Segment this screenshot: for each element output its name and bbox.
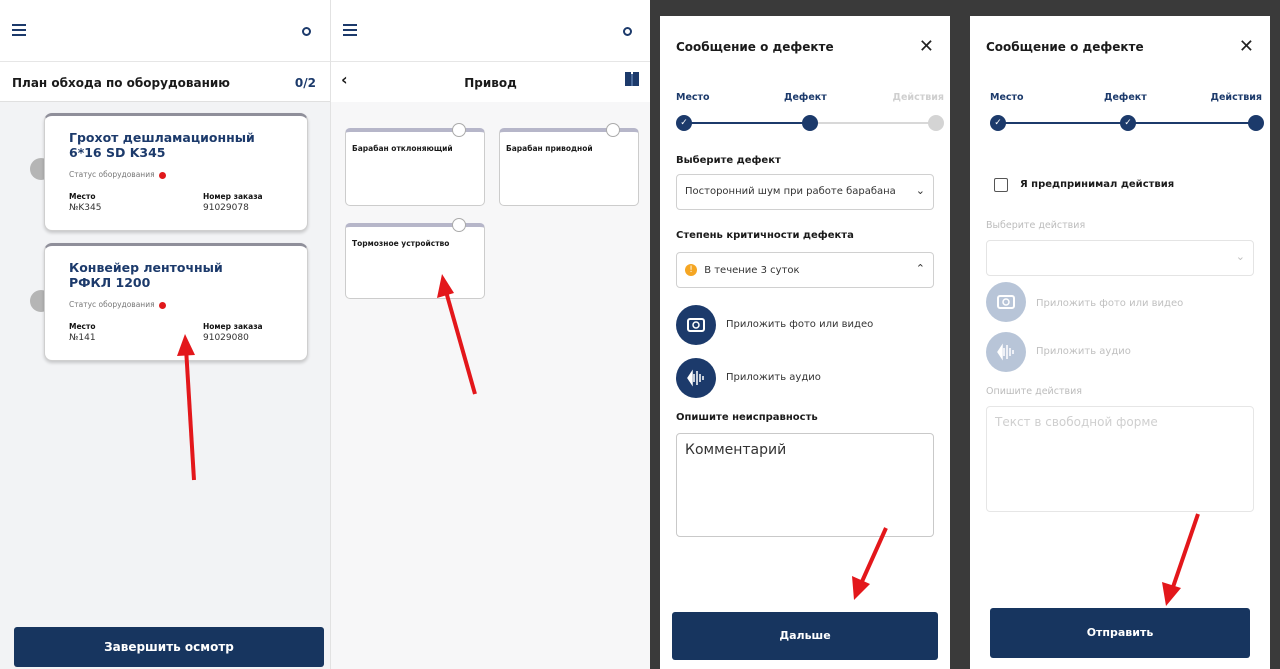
plan-counter: 0/2: [294, 76, 316, 90]
select-defect-label: Выберите дефект: [676, 155, 781, 166]
actions-placeholder: Текст в свободной форме: [995, 415, 1158, 429]
red-arrow-annotation: [177, 334, 196, 481]
chevron-up-icon: ⌃: [915, 262, 925, 275]
defect-select[interactable]: Посторонний шум при работе барабана ⌄: [676, 174, 934, 210]
step-actions: Действия: [1210, 92, 1262, 103]
card-knob: [606, 123, 620, 137]
camera-icon[interactable]: [676, 305, 716, 345]
defect-sheet: Сообщение о дефекте ✕ Место Дефект Дейст…: [970, 16, 1270, 669]
status-dot-icon: [158, 301, 166, 309]
attach-photo-label[interactable]: Приложить фото или видео: [726, 319, 873, 330]
card-knob: [452, 218, 466, 232]
place-label: Место: [69, 322, 96, 331]
card-knob: [452, 123, 466, 137]
place-label: Место: [69, 192, 96, 201]
step-track-done: [684, 122, 810, 124]
status-label: Статус оборудования: [69, 170, 155, 179]
order-label: Номер заказа: [203, 322, 263, 331]
close-icon[interactable]: ✕: [919, 36, 934, 57]
place-value: №K345: [69, 203, 102, 213]
component-label: Барабан приводной: [506, 144, 593, 153]
book-icon[interactable]: [624, 70, 640, 88]
attach-photo-label[interactable]: Приложить фото или видео: [1036, 298, 1183, 309]
equipment-title: Грохот дешламационный 6*16 SD K345: [69, 130, 255, 160]
red-arrow-annotation: [1162, 513, 1200, 606]
attach-audio-label[interactable]: Приложить аудио: [726, 372, 821, 383]
component-label: Барабан отклоняющий: [352, 144, 453, 153]
finish-inspection-button[interactable]: Завершить осмотр: [14, 627, 324, 667]
warning-icon: !: [685, 264, 697, 276]
drive-screen: ‹ Привод Барабан отклоняющий Барабан при…: [330, 0, 650, 669]
step-defect: Дефект: [1104, 92, 1147, 103]
step-current-dot: [802, 115, 818, 131]
equipment-card[interactable]: Грохот дешламационный 6*16 SD K345 Стату…: [44, 113, 308, 231]
criticality-select[interactable]: ! В течение 3 суток ⌃: [676, 252, 934, 288]
hamburger-icon[interactable]: [12, 24, 26, 36]
defect-sheet: Сообщение о дефекте ✕ Место Дефект Дейст…: [660, 16, 950, 669]
camera-icon[interactable]: [986, 282, 1026, 322]
component-card[interactable]: Барабан приводной: [499, 123, 639, 206]
audio-icon[interactable]: [676, 358, 716, 398]
component-label: Тормозное устройство: [352, 239, 450, 248]
step-current-dot: [1248, 115, 1264, 131]
criticality-label: Степень критичности дефекта: [676, 230, 854, 241]
equipment-plan-screen: План обхода по оборудованию 0/2 Грохот д…: [0, 0, 330, 669]
order-value: 91029078: [203, 203, 249, 213]
step-place: Место: [676, 92, 710, 103]
select-actions-label: Выберите действия: [986, 220, 1086, 231]
defect-select-value: Посторонний шум при работе барабана: [685, 186, 896, 197]
top-bar: [0, 0, 330, 62]
describe-label: Опишите действия: [986, 386, 1082, 397]
check-icon: ✓: [990, 115, 1006, 131]
close-icon[interactable]: ✕: [1239, 36, 1254, 57]
comment-textarea[interactable]: Комментарий: [676, 433, 934, 537]
criticality-value: В течение 3 суток: [704, 265, 800, 276]
equipment-title: Конвейер ленточный РФКЛ 1200: [69, 260, 223, 290]
drive-title: Привод: [464, 76, 517, 90]
step-actions: Действия: [892, 92, 944, 103]
sheet-title: Сообщение о дефекте: [676, 40, 834, 54]
actions-textarea[interactable]: Текст в свободной форме: [986, 406, 1254, 512]
actions-checkbox[interactable]: [994, 178, 1008, 192]
order-label: Номер заказа: [203, 192, 263, 201]
step-track-pending: [810, 122, 930, 124]
drive-header: ‹ Привод: [331, 62, 650, 102]
plan-title: План обхода по оборудованию: [12, 76, 230, 90]
plan-header: План обхода по оборудованию 0/2: [0, 62, 330, 102]
chevron-down-icon: ⌄: [1235, 250, 1245, 263]
chevron-down-icon: ⌄: [915, 184, 925, 197]
next-button[interactable]: Дальше: [672, 612, 938, 660]
comment-value: Комментарий: [685, 442, 787, 458]
step-defect: Дефект: [784, 92, 827, 103]
audio-icon[interactable]: [986, 332, 1026, 372]
defect-report-step3: Сообщение о дефекте ✕ Место Дефект Дейст…: [960, 0, 1280, 669]
check-icon: ✓: [676, 115, 692, 131]
checkbox-label[interactable]: Я предпринимал действия: [1020, 179, 1174, 190]
red-arrow-annotation: [437, 274, 477, 395]
component-card[interactable]: Барабан отклоняющий: [345, 123, 485, 206]
check-icon: ✓: [1120, 115, 1136, 131]
sync-icon[interactable]: [302, 27, 311, 36]
status-label: Статус оборудования: [69, 300, 155, 309]
defect-report-step2: Сообщение о дефекте ✕ Место Дефект Дейст…: [650, 0, 960, 669]
red-arrow-annotation: [852, 527, 888, 600]
sheet-title: Сообщение о дефекте: [986, 40, 1144, 54]
actions-select[interactable]: ⌄: [986, 240, 1254, 276]
sync-icon[interactable]: [623, 27, 632, 36]
step-pending-dot: [928, 115, 944, 131]
step-place: Место: [990, 92, 1024, 103]
describe-label: Опишите неисправность: [676, 412, 818, 423]
status-row: Статус оборудования: [69, 170, 166, 179]
hamburger-icon[interactable]: [343, 24, 357, 36]
place-value: №141: [69, 333, 96, 343]
top-bar: [331, 0, 650, 62]
status-dot-icon: [158, 171, 166, 179]
attach-audio-label[interactable]: Приложить аудио: [1036, 346, 1131, 357]
status-row: Статус оборудования: [69, 300, 166, 309]
send-button[interactable]: Отправить: [990, 608, 1250, 658]
